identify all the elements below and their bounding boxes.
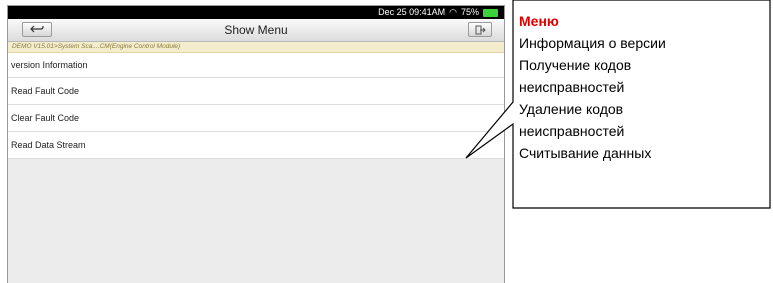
callout-line: Информация о версии [519,35,666,51]
callout-line: Получение кодов [519,57,632,73]
callout-line: Считывание данных [519,145,652,161]
callout-text: Меню Информация о версии Получение кодов… [519,10,769,164]
callout-line: Удаление кодов [519,101,624,117]
callout-line: неисправностей [519,79,625,95]
callout-title: Меню [519,13,559,29]
callout-line: неисправностей [519,123,625,139]
